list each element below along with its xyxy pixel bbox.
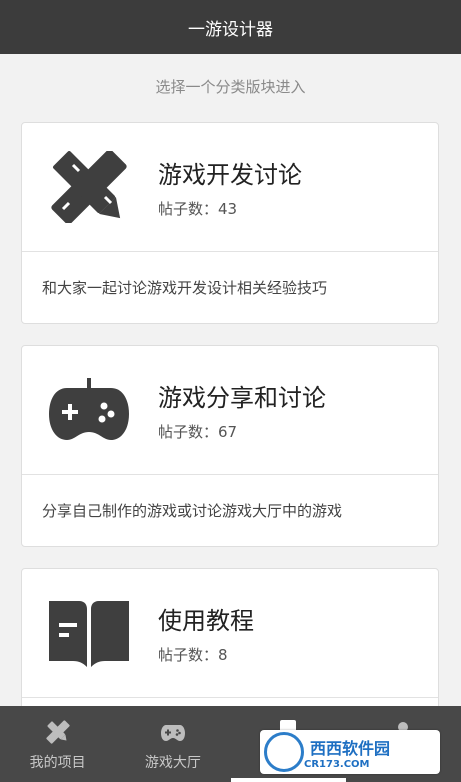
card-header[interactable]: 使用教程 帖子数：8: [22, 569, 438, 697]
book-icon: [49, 601, 129, 667]
nav-item-game-hall[interactable]: 游戏大厅: [115, 706, 230, 782]
post-count: 帖子数：43: [158, 200, 238, 218]
post-count: 帖子数：67: [158, 423, 238, 441]
post-count: 帖子数：8: [158, 646, 228, 664]
gamepad-icon: [160, 725, 185, 741]
category-card-tutorial[interactable]: 使用教程 帖子数：8: [21, 568, 439, 728]
category-title: 使用教程: [158, 607, 254, 635]
watermark-circle-icon: [264, 732, 304, 772]
nav-label: 游戏大厅: [144, 755, 201, 771]
app-header: 一游设计器: [0, 0, 461, 54]
nav-label: 我的项目: [29, 755, 86, 771]
page-title: 一游设计器: [188, 19, 273, 40]
category-card-dev-discussion[interactable]: 游戏开发讨论 帖子数：43 和大家一起讨论游戏开发设计相关经验技巧: [21, 122, 439, 324]
pencil-ruler-icon: [51, 151, 127, 223]
gamepad-icon: [49, 378, 129, 440]
category-card-game-sharing[interactable]: 游戏分享和讨论 帖子数：67 分享自己制作的游戏或讨论游戏大厅中的游戏: [21, 345, 439, 547]
category-title: 游戏分享和讨论: [158, 384, 326, 412]
pencil-ruler-icon: [46, 720, 70, 744]
watermark-text: 西西软件园: [310, 738, 391, 758]
card-header[interactable]: 游戏开发讨论 帖子数：43: [22, 123, 438, 251]
card-header[interactable]: 游戏分享和讨论 帖子数：67: [22, 346, 438, 474]
watermark-logo: 西西软件园 CR173.COM: [260, 730, 440, 774]
watermark-sub: CR173.COM: [304, 758, 370, 770]
category-description: 和大家一起讨论游戏开发设计相关经验技巧: [22, 251, 438, 323]
intro-text: 选择一个分类版块进入: [155, 78, 306, 96]
nav-item-my-projects[interactable]: 我的项目: [0, 706, 115, 782]
category-description: 分享自己制作的游戏或讨论游戏大厅中的游戏: [22, 474, 438, 546]
category-title: 游戏开发讨论: [158, 161, 302, 189]
